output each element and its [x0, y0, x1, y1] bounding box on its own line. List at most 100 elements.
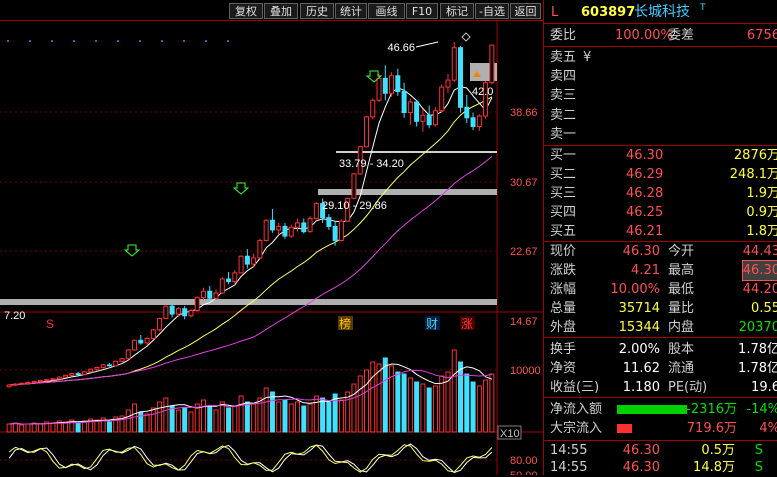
volume-bar: [276, 401, 282, 433]
quote-panel: L 603897 长城科技 T 委比 100.00% 委差 6756 卖五 ¥ 卖四…: [543, 0, 777, 475]
toolbar-button-1[interactable]: 叠加: [264, 3, 298, 19]
volume-bar: [282, 399, 288, 433]
candle-body: [31, 380, 37, 383]
ask-row: 卖四: [547, 67, 777, 86]
bid-label: 买五: [550, 224, 577, 239]
volume-bar: [31, 422, 37, 433]
volume-bar: [451, 349, 457, 433]
toolbar-button-0[interactable]: 复权: [229, 3, 263, 19]
stat-label: 外盘: [550, 320, 577, 335]
event-marker: 财: [426, 317, 438, 331]
stock-name[interactable]: 长城科技: [634, 3, 690, 22]
candle-body: [19, 382, 25, 385]
candle-body: [401, 90, 407, 114]
candle-body: [100, 364, 106, 368]
candle-body: [163, 305, 169, 319]
candle-body: [244, 255, 250, 265]
volume-bar: [207, 405, 213, 433]
tick-side: S: [754, 460, 763, 475]
candle-body: [257, 239, 263, 259]
top-marker-dot: [139, 40, 141, 42]
stat-row: 涨幅 10.00% 最低 44.20: [547, 280, 777, 299]
ask-label: 卖三: [550, 88, 577, 104]
candle-body: [489, 44, 495, 84]
market-flag: L: [551, 5, 559, 20]
volume-bar: [307, 403, 313, 433]
stat-label: 涨跌: [550, 263, 577, 278]
volume-bar: [407, 377, 413, 433]
kline-chart[interactable]: 38.66 30.67 22.67 14.67 46.66 7.20 42.0 33.79 -…: [0, 20, 543, 475]
candle-body: [200, 290, 206, 298]
candle-body: [351, 173, 357, 199]
candle-body: [395, 75, 401, 92]
toolbar-button-7[interactable]: -自选: [475, 3, 509, 19]
bid-volume: 1.8万: [746, 224, 777, 239]
stat-value: 44.20: [742, 282, 777, 297]
candle-body: [363, 116, 369, 148]
ask-label: 卖二: [550, 107, 577, 123]
volume-bar: [188, 411, 194, 433]
volume-bar: [163, 397, 169, 433]
toolbar-button-2[interactable]: 历史: [300, 3, 334, 19]
volume-bar: [395, 371, 401, 433]
top-marker-dot: [73, 40, 75, 42]
volume-bar: [489, 373, 495, 433]
volume-bar: [12, 422, 18, 433]
bid-volume: 0.9万: [746, 205, 777, 220]
candle-body: [63, 374, 69, 378]
low-price-label: 7.20: [4, 310, 25, 322]
top-marker-dot: [161, 40, 163, 42]
stat-value: 4.21: [631, 263, 660, 278]
candle-body: [226, 278, 232, 283]
toolbar-button-5[interactable]: F10: [406, 3, 438, 19]
volume-bar: [338, 399, 344, 433]
volume-bar: [19, 424, 25, 433]
bid-price: 46.21: [626, 224, 664, 239]
candle-body: [213, 292, 219, 299]
tick-row: 14:55 46.30 14.8万 S: [547, 458, 777, 477]
stock-tag: T: [700, 3, 706, 13]
flow-bar: [617, 405, 687, 414]
volume-bar: [476, 385, 482, 433]
indicator-axis-label: 80.00: [510, 455, 538, 467]
toolbar-button-8[interactable]: 返回: [510, 3, 541, 19]
finance-label: 换手: [550, 342, 577, 357]
candle-body: [426, 114, 432, 126]
toolbar-button-6[interactable]: 标记: [440, 3, 474, 19]
ask-label: 卖一: [550, 126, 577, 142]
volume-bar: [432, 385, 438, 433]
volume-bar: [251, 403, 257, 433]
stat-value: 0.55: [751, 301, 777, 316]
flow-row: 净流入额 -2316万 -14%: [547, 400, 777, 419]
candle-body: [451, 47, 457, 81]
price-axis-label: 14.67: [510, 316, 538, 328]
candle-body: [476, 115, 482, 128]
volume-bar: [75, 422, 81, 433]
event-marker: S: [46, 317, 54, 331]
chart-toolbar: 复权 叠加 历史 统计 画线 F10 标记 -自选 返回: [0, 0, 543, 20]
volume-bar: [6, 423, 12, 433]
ask-row: 卖五 ¥: [547, 48, 777, 67]
flow-bar: [617, 424, 632, 433]
top-marker-dot: [205, 40, 207, 42]
top-marker-dot: [227, 40, 229, 42]
volume-bar: [213, 409, 219, 433]
finance-value: 1.78亿: [738, 361, 777, 376]
candle-body: [75, 373, 81, 376]
candle-body: [326, 217, 332, 227]
flow-pct: 4%: [759, 421, 777, 436]
finance-row: 换手 2.00% 股本 1.78亿: [547, 340, 777, 359]
top-marker-dot: [29, 40, 31, 42]
volume-unit-label: X10: [500, 428, 520, 440]
bid-label: 买一: [550, 148, 577, 163]
candle-body: [458, 47, 464, 108]
bid-row: 买一 46.30 2876万: [547, 146, 777, 165]
toolbar-button-3[interactable]: 统计: [335, 3, 367, 19]
volume-bar: [169, 405, 175, 433]
finance-value: 1.78亿: [738, 342, 777, 357]
volume-bar: [320, 397, 326, 433]
candle-body: [238, 255, 244, 274]
toolbar-button-4[interactable]: 画线: [368, 3, 405, 19]
candle-body: [119, 358, 125, 362]
ask-row: 卖三: [547, 86, 777, 105]
